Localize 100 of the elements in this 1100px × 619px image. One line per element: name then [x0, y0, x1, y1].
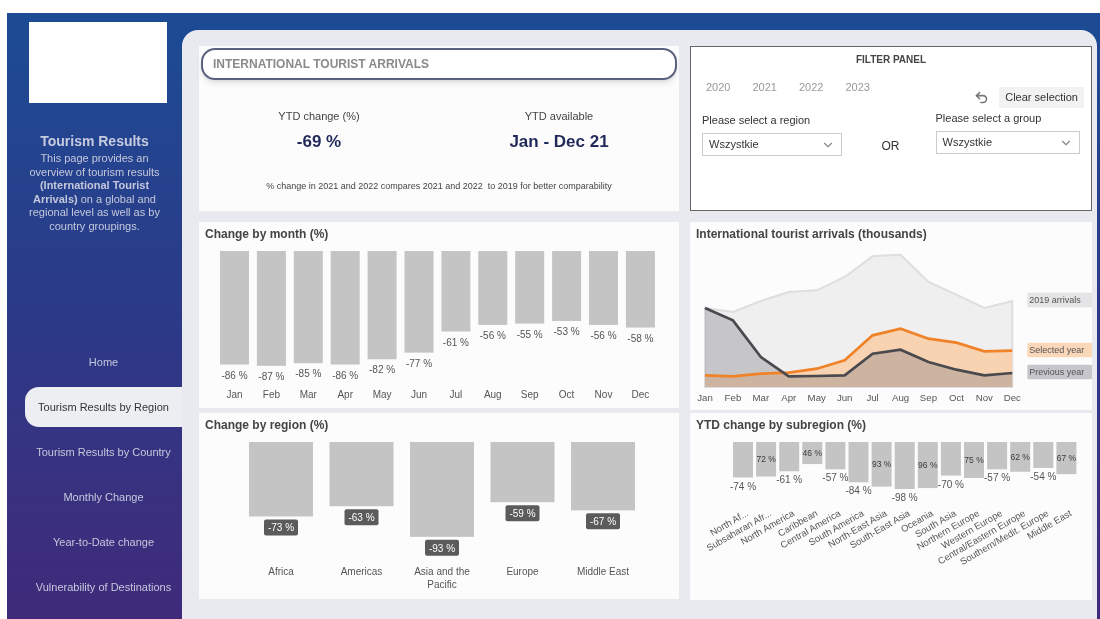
data-label: -61 %: [776, 474, 803, 486]
data-label: -56 %: [590, 329, 617, 341]
bar: [825, 442, 846, 470]
bar: [987, 442, 1008, 470]
chart-title: International tourist arrivals (thousands): [695, 226, 928, 243]
axis-label: Jan: [226, 389, 243, 400]
bar: [871, 442, 892, 487]
axis-label: Europe: [506, 566, 539, 577]
data-label: 75 %: [964, 455, 984, 465]
bar: [1010, 442, 1031, 472]
bar: [552, 251, 582, 321]
kpi-value: -69 %: [296, 130, 342, 153]
data-label: -86 %: [332, 369, 359, 381]
data-label: -63 %: [348, 512, 375, 524]
data-label: -56 %: [479, 329, 506, 341]
axis-label: Africa: [268, 566, 294, 577]
bar: [490, 442, 555, 503]
bar: [894, 442, 915, 490]
bar: [571, 442, 635, 511]
legend-label: Selected year: [1027, 342, 1092, 358]
bar: [917, 442, 938, 489]
field-label: Please select a region: [702, 112, 812, 128]
data-label: -86 %: [221, 369, 248, 381]
bar: [1033, 442, 1054, 468]
bar: [329, 442, 394, 507]
undo-icon[interactable]: [974, 89, 990, 105]
region-dropdown[interactable]: Wszystkie: [702, 133, 842, 156]
data-label: -77 %: [405, 357, 433, 369]
sidebar-title: Tourism Results: [39, 132, 150, 151]
axis-label: Jul: [866, 392, 879, 403]
axis-label: Nov: [975, 392, 993, 403]
axis-label: Aug: [483, 389, 502, 400]
data-label: -58 %: [627, 332, 654, 344]
axis-label: Oct: [558, 389, 575, 400]
kpi-label: YTD available: [524, 109, 594, 124]
nav-item[interactable]: Year-to-Date change: [25, 522, 182, 562]
axis-label: Americas: [340, 566, 383, 577]
axis-label: Sep: [520, 389, 539, 400]
data-label: -84 %: [845, 485, 872, 497]
axis-label: Apr: [337, 389, 353, 400]
data-label: -55 %: [516, 328, 543, 340]
data-label: -67 %: [586, 513, 620, 530]
note-text: % change in 2021 and 2022 compares 2021 and 2022 to 2019 for better comparability: [265, 180, 613, 193]
axis-label: Jul: [449, 389, 463, 400]
bar: [1056, 442, 1077, 475]
kpi-label: YTD change (%): [278, 109, 360, 124]
chart-title: Change by month (%): [204, 226, 330, 243]
data-label: -54 %: [1030, 470, 1057, 482]
data-label: 62 %: [1010, 451, 1030, 462]
axis-label: Asia and the Pacific: [414, 566, 470, 590]
group-dropdown[interactable]: Wszystkie: [935, 131, 1080, 154]
data-label: -93 %: [425, 539, 459, 556]
data-label: -70 %: [937, 478, 964, 490]
nav-item[interactable]: Home: [25, 342, 182, 382]
data-label: -53 %: [553, 325, 580, 337]
bar: [802, 442, 823, 465]
data-label: -85 %: [295, 368, 322, 380]
axis-label: Apr: [781, 392, 797, 403]
axis-label: Dec: [631, 389, 650, 400]
sidebar-description: This page provides an overview of tourism results (International Tourist Arrivals) on a global and regional level as well as by country groupings.: [28, 152, 161, 233]
data-label: -87 %: [258, 370, 285, 382]
bar: [940, 442, 961, 476]
field-label: Please select a group: [935, 110, 1043, 126]
data-label: 67 %: [1056, 453, 1077, 464]
bar: [848, 442, 869, 483]
axis-label: Mar: [752, 392, 770, 403]
bar: [779, 442, 800, 472]
data-label: -57 %: [984, 472, 1011, 484]
axis-label: Jun: [836, 392, 853, 403]
data-label: 46 %: [802, 448, 822, 459]
nav-item[interactable]: Tourism Results by Region: [25, 387, 182, 427]
nav-item[interactable]: Vulnerability of Destinations: [25, 567, 182, 607]
chart-title: Change by region (%): [204, 417, 330, 434]
axis-label: May: [807, 392, 826, 403]
axis-label: Feb: [262, 389, 280, 400]
axis-label: Sep: [919, 392, 938, 403]
data-label: 93 %: [871, 459, 892, 470]
data-label: 72 %: [756, 454, 776, 465]
data-label: -57 %: [822, 472, 849, 484]
bar: [733, 442, 753, 478]
data-label: -63 %: [344, 509, 379, 526]
card-title: INTERNATIONAL TOURIST ARRIVALS: [201, 48, 677, 80]
clear-selection-button[interactable]: Clear selection: [999, 87, 1084, 108]
nav-item[interactable]: Tourism Results by Country: [25, 432, 182, 472]
chart-title: YTD change by subregion (%): [695, 417, 867, 434]
nav-item[interactable]: Monthly Change: [25, 477, 182, 517]
axis-label: Oct: [948, 392, 964, 403]
data-label: -98 %: [891, 492, 918, 504]
data-label: -59 %: [505, 505, 540, 522]
axis-label: Feb: [724, 392, 742, 403]
bar: [756, 442, 777, 477]
data-label: -82 %: [369, 364, 396, 376]
axis-label: Aug: [891, 392, 910, 403]
data-label: 96 %: [918, 460, 938, 471]
data-label: -59 %: [509, 508, 536, 520]
data-label: -73 %: [264, 519, 298, 536]
axis-label: Jan: [697, 392, 713, 403]
axis-label: Middle East: [576, 566, 630, 577]
axis-label: Jun: [410, 389, 428, 400]
axis-label: Nov: [594, 389, 613, 400]
